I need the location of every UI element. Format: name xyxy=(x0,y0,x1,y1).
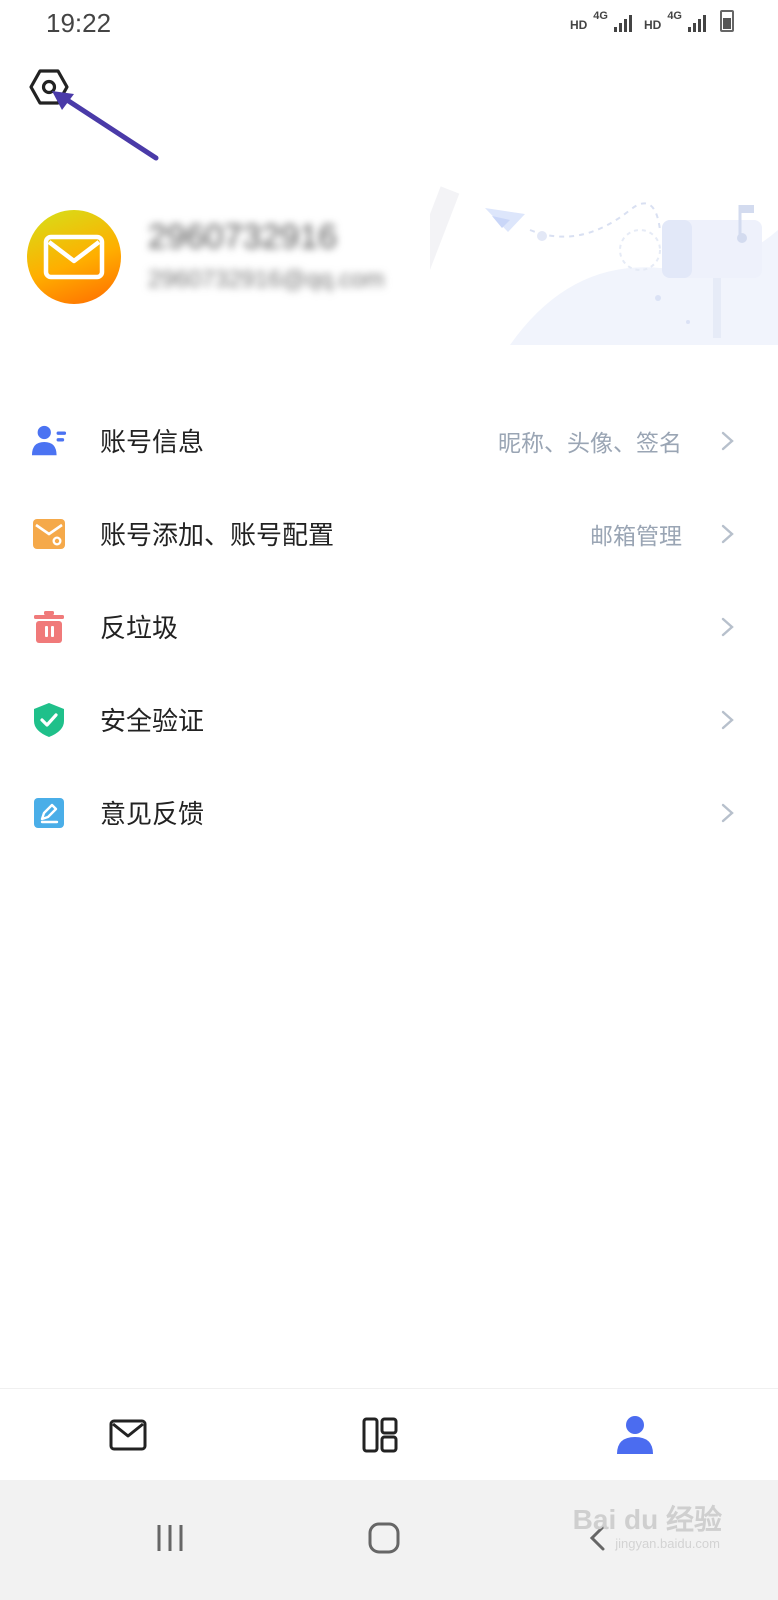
menu-item-hint: 昵称、头像、签名 xyxy=(498,430,682,457)
status-time: 19:22 xyxy=(46,8,112,38)
mailbox-illustration xyxy=(430,186,778,345)
system-icons: HD 4G HD 4G xyxy=(570,10,734,32)
status-bar: 19:22 HD 4G HD 4G xyxy=(0,0,778,50)
menu-item-anti-spam[interactable]: 反垃圾 xyxy=(0,580,778,673)
bottom-tab-bar xyxy=(0,1388,778,1481)
shield-check-icon xyxy=(31,702,67,738)
menu-item-label: 账号信息 xyxy=(100,428,205,458)
chevron-right-icon xyxy=(721,431,734,450)
battery-icon xyxy=(720,10,734,32)
menu-item-label: 反垃圾 xyxy=(100,614,179,644)
chevron-right-icon xyxy=(721,803,734,822)
tab-mail[interactable] xyxy=(68,1389,188,1481)
tab-apps[interactable] xyxy=(320,1389,440,1481)
hd-label: HD xyxy=(569,18,588,32)
account-id: 2960732916 xyxy=(148,218,338,256)
system-nav-bar: Bai du 经验 jingyan.baidu.com xyxy=(0,1480,778,1600)
menu-item-security[interactable]: 安全验证 xyxy=(0,673,778,766)
menu-item-label: 账号添加、账号配置 xyxy=(100,521,335,551)
mail-tab-icon xyxy=(109,1419,147,1451)
signal-icon xyxy=(613,12,632,32)
avatar[interactable] xyxy=(27,210,121,304)
recent-apps-button[interactable] xyxy=(140,1508,200,1568)
menu-item-account-add[interactable]: 账号添加、账号配置 邮箱管理 xyxy=(0,487,778,580)
account-email: 2960732916@qq.com xyxy=(148,266,385,293)
user-info-icon xyxy=(31,423,67,459)
home-button[interactable] xyxy=(354,1508,414,1568)
home-icon xyxy=(368,1522,400,1554)
menu-item-label: 意见反馈 xyxy=(100,800,205,830)
menu-item-account-info[interactable]: 账号信息 昵称、头像、签名 xyxy=(0,394,778,487)
menu-item-label: 安全验证 xyxy=(100,707,205,737)
chevron-right-icon xyxy=(721,524,734,543)
watermark-url: jingyan.baidu.com xyxy=(615,1536,720,1551)
trash-icon xyxy=(31,609,67,645)
feedback-icon xyxy=(31,795,67,831)
menu-item-hint: 邮箱管理 xyxy=(590,523,682,550)
profile-header: 2960732916 2960732916@qq.com xyxy=(0,150,778,350)
mail-icon xyxy=(43,234,105,280)
recent-apps-icon xyxy=(157,1525,183,1551)
mailbox-icon xyxy=(31,516,67,552)
apps-tab-icon xyxy=(362,1417,398,1453)
chevron-right-icon xyxy=(721,617,734,636)
settings-menu: 账号信息 昵称、头像、签名 账号添加、账号配置 邮箱管理 反垃圾 安全验证 意见… xyxy=(0,394,778,859)
signal-icon-2 xyxy=(688,12,706,32)
profile-tab-icon xyxy=(617,1416,653,1454)
tab-profile[interactable] xyxy=(575,1389,695,1481)
network-gen-label-2: 4G xyxy=(667,10,682,22)
menu-item-feedback[interactable]: 意见反馈 xyxy=(0,766,778,859)
watermark-logo: Bai du 经验 xyxy=(572,1504,722,1535)
network-gen-label: 4G xyxy=(593,10,608,22)
hd-label-2: HD xyxy=(643,18,662,32)
chevron-right-icon xyxy=(721,710,734,729)
